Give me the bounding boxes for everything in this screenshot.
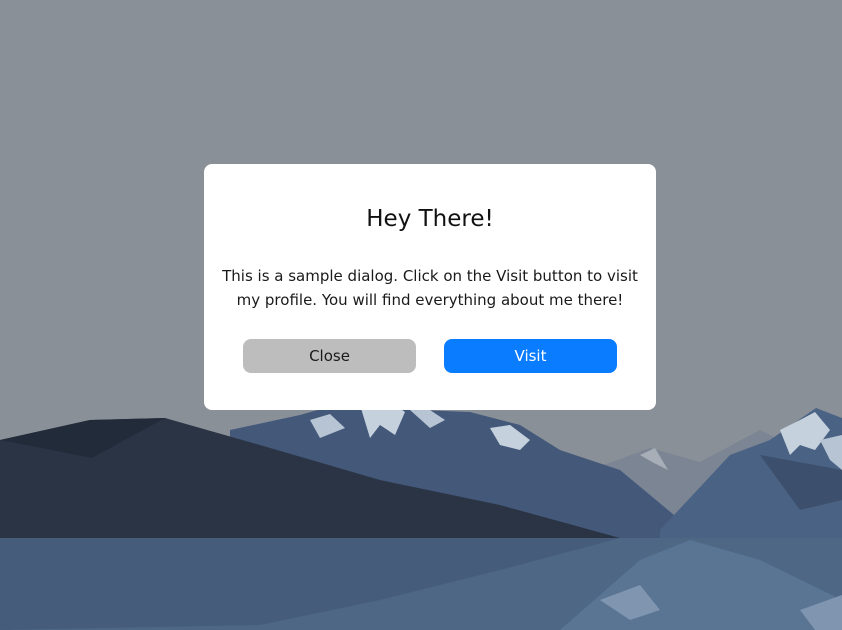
- visit-button[interactable]: Visit: [444, 339, 617, 373]
- close-button[interactable]: Close: [243, 339, 416, 373]
- page-stage: Hey There! This is a sample dialog. Clic…: [0, 0, 842, 630]
- dialog: Hey There! This is a sample dialog. Clic…: [204, 164, 656, 410]
- dialog-message: This is a sample dialog. Click on the Vi…: [222, 267, 638, 309]
- dialog-title: Hey There!: [366, 206, 494, 232]
